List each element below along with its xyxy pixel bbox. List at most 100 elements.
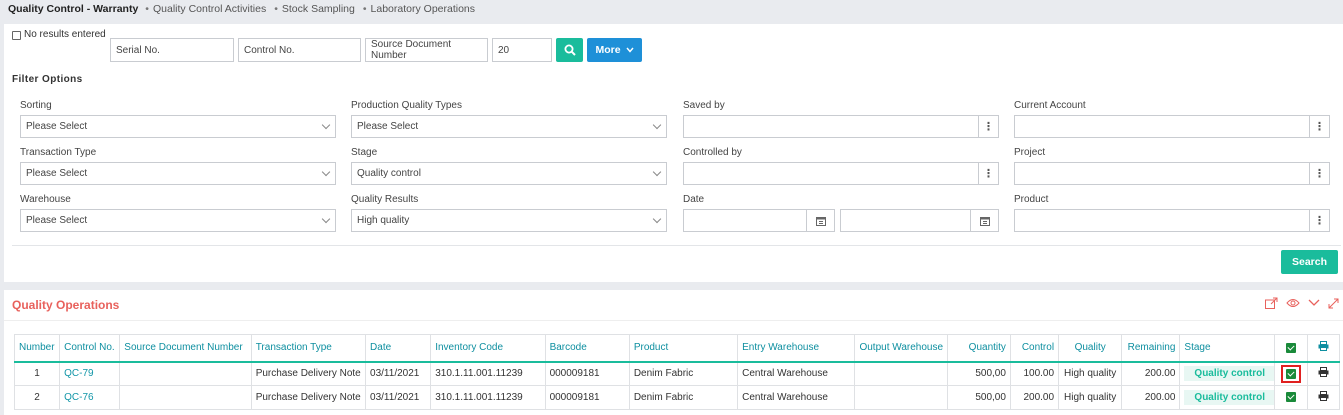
cell-control: 100.00: [1009, 361, 1060, 386]
date-from-input[interactable]: [683, 209, 835, 232]
more-vertical-icon[interactable]: ⋮: [1309, 116, 1329, 137]
col-output-warehouse[interactable]: Output Warehouse: [854, 334, 948, 363]
source-document-input[interactable]: Source Document Number: [365, 38, 488, 62]
filter-panel: No results entered Serial No. Control No…: [4, 24, 1343, 282]
row-checkbox[interactable]: [1285, 368, 1296, 379]
cell-number: 2: [13, 385, 61, 410]
col-barcode[interactable]: Barcode: [544, 334, 630, 363]
project-field[interactable]: ⋮: [1014, 162, 1330, 185]
col-entry-warehouse[interactable]: Entry Warehouse: [737, 334, 856, 363]
col-source-document[interactable]: Source Document Number: [119, 334, 252, 363]
eye-icon[interactable]: [1286, 298, 1300, 308]
cell-control-no-link[interactable]: QC-76: [59, 385, 121, 410]
col-quantity[interactable]: Quantity: [946, 334, 1011, 363]
search-button[interactable]: Search: [1281, 250, 1338, 274]
calendar-icon[interactable]: [806, 210, 834, 231]
warehouse-label: Warehouse: [20, 194, 71, 205]
breadcrumb-stock-sampling[interactable]: Stock Sampling: [282, 3, 355, 15]
product-field[interactable]: ⋮: [1014, 209, 1330, 232]
more-vertical-icon[interactable]: ⋮: [978, 163, 998, 184]
col-stage[interactable]: Stage: [1179, 334, 1275, 363]
cell-quality: High quality: [1058, 361, 1123, 386]
chevron-down-icon: [321, 167, 331, 177]
collapse-icon[interactable]: [1308, 299, 1320, 307]
current-account-label: Current Account: [1014, 100, 1086, 111]
col-quality[interactable]: Quality: [1058, 334, 1123, 363]
breadcrumb: Quality Control - Warranty • Quality Cont…: [8, 3, 476, 15]
serial-no-input[interactable]: Serial No.: [110, 38, 234, 62]
cell-source-document: [119, 361, 252, 386]
cell-number: 1: [13, 361, 61, 386]
controlled-by-field[interactable]: ⋮: [683, 162, 999, 185]
stage-select[interactable]: Quality control: [351, 162, 667, 185]
col-transaction-type[interactable]: Transaction Type: [250, 334, 367, 363]
calendar-icon[interactable]: [970, 210, 998, 231]
stage-label: Stage: [351, 147, 378, 158]
project-label: Project: [1014, 147, 1046, 158]
cell-entry-warehouse: Central Warehouse: [737, 361, 856, 386]
col-date[interactable]: Date: [365, 334, 432, 363]
more-vertical-icon[interactable]: ⋮: [1309, 163, 1329, 184]
export-icon[interactable]: [1265, 297, 1278, 309]
cell-barcode: 000009181: [544, 385, 630, 410]
col-remaining[interactable]: Remaining: [1121, 334, 1181, 363]
sorting-label: Sorting: [20, 100, 52, 111]
breadcrumb-quality-control-activities[interactable]: Quality Control Activities: [153, 3, 266, 15]
cell-quantity: 500,00: [946, 361, 1011, 386]
cell-control: 200.00: [1009, 385, 1060, 410]
cell-stage: Quality control: [1179, 385, 1275, 410]
warehouse-select[interactable]: Please Select: [20, 209, 336, 232]
cell-inventory-code: 310.1.11.001.11239: [430, 361, 546, 386]
transaction-type-select[interactable]: Please Select: [20, 162, 336, 185]
expand-icon[interactable]: [1328, 298, 1339, 309]
col-number[interactable]: Number: [13, 334, 61, 363]
cell-control-no-link[interactable]: QC-79: [59, 361, 121, 386]
checkbox-checked-icon[interactable]: [1285, 342, 1296, 353]
col-control[interactable]: Control: [1009, 334, 1060, 363]
cell-transaction-type: Purchase Delivery Note: [250, 385, 367, 410]
current-account-field[interactable]: ⋮: [1014, 115, 1330, 138]
table-row[interactable]: 1 QC-79 Purchase Delivery Note 03/11/202…: [13, 361, 1341, 386]
production-quality-types-label: Production Quality Types: [351, 100, 462, 111]
filter-options-title: Filter Options: [12, 74, 83, 85]
cell-entry-warehouse: Central Warehouse: [737, 385, 856, 410]
row-checkbox[interactable]: [1285, 392, 1296, 403]
cell-product: Denim Fabric: [628, 361, 739, 386]
panel-toolbar: [1265, 297, 1339, 309]
more-vertical-icon[interactable]: ⋮: [978, 116, 998, 137]
sorting-select[interactable]: Please Select: [20, 115, 336, 138]
breadcrumb-laboratory-operations[interactable]: Laboratory Operations: [371, 3, 475, 15]
product-label: Product: [1014, 194, 1049, 205]
quality-results-select[interactable]: High quality: [351, 209, 667, 232]
cell-barcode: 000009181: [544, 361, 630, 386]
cell-source-document: [119, 385, 252, 410]
production-quality-types-select[interactable]: Please Select: [351, 115, 667, 138]
quick-search-button[interactable]: [556, 38, 583, 62]
col-print: [1306, 334, 1341, 363]
chevron-down-icon: [321, 214, 331, 224]
record-count-input[interactable]: 20: [492, 38, 552, 62]
chevron-down-icon: [321, 120, 331, 130]
cell-select: [1273, 385, 1308, 410]
printer-icon[interactable]: [1318, 367, 1329, 378]
quality-operations-title: Quality Operations: [12, 298, 120, 312]
printer-icon[interactable]: [1318, 391, 1329, 401]
more-button[interactable]: More: [587, 38, 642, 62]
control-no-input[interactable]: Control No.: [238, 38, 361, 62]
cell-print: [1306, 385, 1341, 410]
col-control-no[interactable]: Control No.: [59, 334, 121, 363]
col-product[interactable]: Product: [628, 334, 739, 363]
search-icon: [564, 44, 576, 56]
table-row[interactable]: 2 QC-76 Purchase Delivery Note 03/11/202…: [13, 385, 1341, 410]
col-select-all[interactable]: [1273, 334, 1308, 363]
more-vertical-icon[interactable]: ⋮: [1309, 210, 1329, 231]
no-results-checkbox[interactable]: [12, 31, 21, 40]
cell-product: Denim Fabric: [628, 385, 739, 410]
chevron-down-icon: [652, 120, 662, 130]
cell-print: [1306, 361, 1341, 386]
quality-operations-table: Number Control No. Source Document Numbe…: [13, 334, 1341, 410]
col-inventory-code[interactable]: Inventory Code: [430, 334, 546, 363]
cell-select: [1273, 361, 1308, 386]
date-to-input[interactable]: [840, 209, 999, 232]
saved-by-field[interactable]: ⋮: [683, 115, 999, 138]
